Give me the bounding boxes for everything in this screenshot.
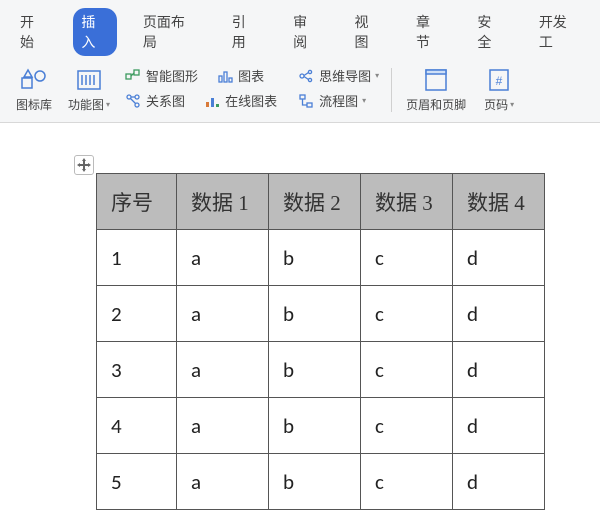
tab-developer[interactable]: 开发工 [531, 8, 588, 56]
table-cell[interactable]: a [177, 230, 269, 286]
table-header[interactable]: 序号 [97, 174, 177, 230]
btn-icon-library-label: 图标库 [16, 96, 52, 113]
table-cell[interactable]: c [361, 454, 453, 510]
online-chart-icon [203, 92, 221, 110]
table-cell[interactable]: c [361, 342, 453, 398]
table-header[interactable]: 数据 2 [269, 174, 361, 230]
btn-icon-library[interactable]: 图标库 [8, 66, 60, 113]
tab-bar: 开始 插入 页面布局 引用 审阅 视图 章节 安全 开发工 [0, 0, 600, 62]
svg-text:#: # [496, 74, 503, 88]
tab-page-layout[interactable]: 页面布局 [135, 8, 206, 56]
table-cell[interactable]: b [269, 454, 361, 510]
btn-page-number-label: 页码▾ [484, 96, 514, 113]
table-cell[interactable]: a [177, 342, 269, 398]
document-area[interactable]: 序号 数据 1 数据 2 数据 3 数据 4 1abcd2abcd3abcd4a… [0, 123, 600, 510]
tab-section[interactable]: 章节 [408, 8, 451, 56]
bar-chart-icon [216, 67, 234, 85]
btn-function-chart[interactable]: 功能图▾ [60, 66, 118, 113]
page-number-icon: # [482, 66, 516, 94]
table-cell[interactable]: b [269, 286, 361, 342]
btn-flowchart[interactable]: 流程图 ▾ [297, 91, 366, 110]
diagram-tools-group: 思维导图 ▾ 流程图 ▾ [291, 66, 385, 110]
btn-mindmap[interactable]: 思维导图 ▾ [297, 66, 379, 85]
data-table[interactable]: 序号 数据 1 数据 2 数据 3 数据 4 1abcd2abcd3abcd4a… [96, 173, 545, 510]
table-cell[interactable]: c [361, 398, 453, 454]
table-cell[interactable]: 1 [97, 230, 177, 286]
table-cell[interactable]: 3 [97, 342, 177, 398]
btn-header-footer[interactable]: 页眉和页脚 [398, 66, 474, 113]
btn-page-number[interactable]: # 页码▾ [474, 66, 524, 113]
btn-smart-graphic[interactable]: 智能图形 [124, 66, 198, 85]
tab-reference[interactable]: 引用 [224, 8, 267, 56]
chevron-down-icon: ▾ [510, 100, 514, 109]
table-cell[interactable]: 5 [97, 454, 177, 510]
smartart-icon [124, 67, 142, 85]
barcode-icon [72, 66, 106, 94]
shapes-icon [17, 66, 51, 94]
flowchart-icon [297, 92, 315, 110]
chevron-down-icon: ▾ [362, 96, 366, 105]
table-row[interactable]: 2abcd [97, 286, 545, 342]
tab-review[interactable]: 审阅 [285, 8, 328, 56]
btn-relation-chart[interactable]: 关系图 [124, 91, 185, 110]
table-header-row: 序号 数据 1 数据 2 数据 3 数据 4 [97, 174, 545, 230]
btn-relation-chart-label: 关系图 [146, 91, 185, 110]
chart-tools-group: 智能图形 图表 关系图 在线图表 [118, 66, 283, 110]
table-cell[interactable]: b [269, 342, 361, 398]
tab-view[interactable]: 视图 [347, 8, 390, 56]
table-cell[interactable]: d [453, 230, 545, 286]
table-cell[interactable]: d [453, 342, 545, 398]
mindmap-icon [297, 67, 315, 85]
table-cell[interactable]: b [269, 398, 361, 454]
table-cell[interactable]: a [177, 454, 269, 510]
relation-icon [124, 92, 142, 110]
table-header[interactable]: 数据 1 [177, 174, 269, 230]
btn-mindmap-label: 思维导图 [319, 66, 371, 85]
toolbar-separator [391, 68, 392, 112]
btn-chart[interactable]: 图表 [216, 66, 264, 85]
chevron-down-icon: ▾ [375, 71, 379, 80]
table-row[interactable]: 1abcd [97, 230, 545, 286]
btn-chart-label: 图表 [238, 66, 264, 85]
chevron-down-icon: ▾ [106, 100, 110, 109]
table-cell[interactable]: a [177, 286, 269, 342]
table-cell[interactable]: d [453, 398, 545, 454]
tab-insert[interactable]: 插入 [73, 8, 116, 56]
table-cell[interactable]: d [453, 454, 545, 510]
table-row[interactable]: 5abcd [97, 454, 545, 510]
btn-function-chart-label: 功能图▾ [68, 96, 110, 113]
toolbar: 图标库 功能图▾ 智能图形 图表 关系图 [0, 62, 600, 123]
btn-header-footer-label: 页眉和页脚 [406, 96, 466, 113]
table-header[interactable]: 数据 3 [361, 174, 453, 230]
table-cell[interactable]: 4 [97, 398, 177, 454]
btn-online-chart[interactable]: 在线图表 [203, 91, 277, 110]
table-cell[interactable]: a [177, 398, 269, 454]
btn-online-chart-label: 在线图表 [225, 91, 277, 110]
move-arrows-icon [77, 158, 91, 172]
table-cell[interactable]: 2 [97, 286, 177, 342]
ribbon: 开始 插入 页面布局 引用 审阅 视图 章节 安全 开发工 图标库 功能图▾ [0, 0, 600, 123]
table-cell[interactable]: b [269, 230, 361, 286]
table-header[interactable]: 数据 4 [453, 174, 545, 230]
header-footer-icon [419, 66, 453, 94]
btn-flowchart-label: 流程图 [319, 91, 358, 110]
table-move-handle[interactable] [74, 155, 94, 175]
btn-smart-graphic-label: 智能图形 [146, 66, 198, 85]
tab-security[interactable]: 安全 [469, 8, 512, 56]
table-cell[interactable]: c [361, 230, 453, 286]
tab-start[interactable]: 开始 [12, 8, 55, 56]
table-row[interactable]: 3abcd [97, 342, 545, 398]
table-cell[interactable]: c [361, 286, 453, 342]
table-cell[interactable]: d [453, 286, 545, 342]
table-row[interactable]: 4abcd [97, 398, 545, 454]
